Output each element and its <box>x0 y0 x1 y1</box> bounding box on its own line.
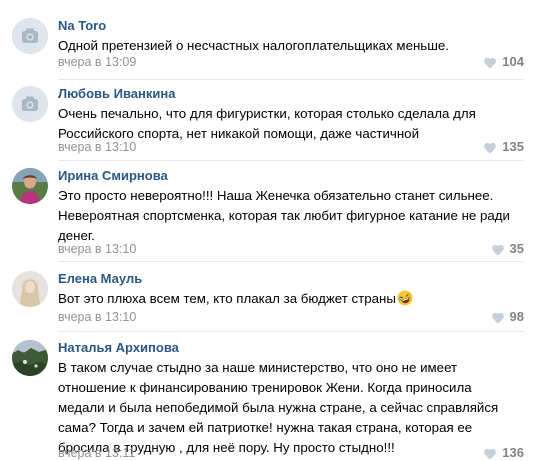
camera-icon <box>12 18 48 54</box>
heart-icon <box>484 57 497 69</box>
comment-divider <box>58 331 524 332</box>
avatar[interactable] <box>12 271 48 307</box>
like-button[interactable]: 98 <box>491 309 524 325</box>
author-name[interactable]: Ирина Смирнова <box>58 168 168 184</box>
comment-text-content: Вот это плюха всем тем, кто плакал за бю… <box>58 291 396 306</box>
comment-date[interactable]: вчера в 13:10 <box>58 139 136 155</box>
avatar[interactable] <box>12 18 48 54</box>
avatar[interactable] <box>12 168 48 204</box>
like-count: 98 <box>509 309 524 324</box>
author-name[interactable]: Na Toro <box>58 18 106 34</box>
like-count: 104 <box>502 54 524 69</box>
comment-text: Это просто невероятно!!! Наша Женечка об… <box>58 188 510 243</box>
comment-divider <box>58 79 524 80</box>
heart-icon <box>491 244 504 256</box>
comment-date[interactable]: вчера в 13:10 <box>58 241 136 257</box>
author-name[interactable]: Елена Мауль <box>58 271 142 287</box>
comment-text: В таком случае стыдно за наше министерст… <box>58 360 499 455</box>
comment-date[interactable]: вчера в 13:09 <box>58 54 136 70</box>
comment-date[interactable]: вчера в 13:10 <box>58 309 136 325</box>
like-button[interactable]: 135 <box>483 139 524 155</box>
camera-icon <box>12 86 48 122</box>
heart-icon <box>491 312 504 324</box>
like-count: 35 <box>509 241 524 256</box>
comments-feed: Na Toro Одной претензией о несчастных на… <box>0 0 538 460</box>
heart-icon <box>484 142 497 154</box>
user-photo <box>12 340 48 376</box>
heart-icon <box>484 448 497 460</box>
like-button[interactable]: 35 <box>491 241 524 257</box>
comment-divider <box>58 160 524 161</box>
like-button[interactable]: 104 <box>483 54 524 70</box>
comment-divider <box>58 261 524 262</box>
comment-text: Очень печально, что для фигуристки, кото… <box>58 106 476 141</box>
user-photo <box>12 168 48 204</box>
avatar[interactable] <box>12 340 48 376</box>
rofl-emoji-icon <box>397 290 413 306</box>
user-photo <box>12 271 48 307</box>
author-name[interactable]: Любовь Иванкина <box>58 86 175 102</box>
author-name[interactable]: Наталья Архипова <box>58 340 179 356</box>
like-count: 135 <box>502 139 524 154</box>
comment-text: Вот это плюха всем тем, кто плакал за бю… <box>58 289 520 309</box>
comment-text: Одной претензией о несчастных налогоплат… <box>58 38 449 53</box>
avatar[interactable] <box>12 86 48 122</box>
